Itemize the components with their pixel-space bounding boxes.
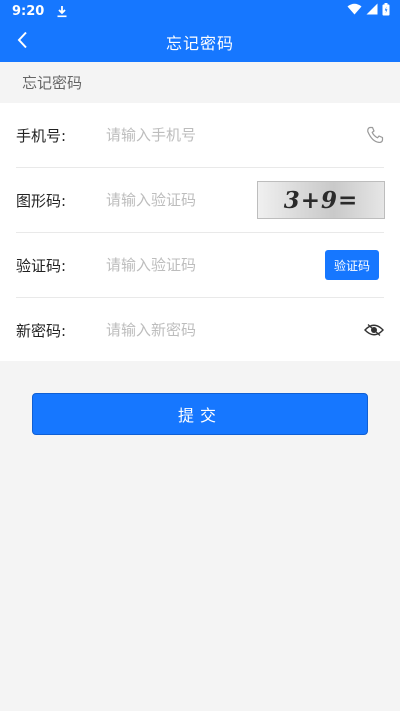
new-password-row: 新密码: xyxy=(16,298,384,362)
signal-icon xyxy=(366,3,378,19)
app-bar: 忘记密码 xyxy=(0,22,400,62)
new-password-label: 新密码: xyxy=(16,321,67,340)
download-icon xyxy=(56,5,68,18)
status-icons xyxy=(347,2,390,20)
sms-code-input[interactable] xyxy=(106,250,306,280)
captcha-label: 图形码: xyxy=(16,191,67,210)
captcha-input[interactable] xyxy=(106,185,256,215)
status-time: 9:20 xyxy=(12,3,45,19)
phone-icon xyxy=(366,126,384,144)
status-bar: 9:20 xyxy=(0,0,400,22)
back-button[interactable] xyxy=(8,28,36,56)
eye-icon[interactable] xyxy=(364,323,384,337)
captcha-row: 图形码: 3+9= xyxy=(16,168,385,232)
phone-input[interactable] xyxy=(106,120,306,150)
phone-row: 手机号: xyxy=(16,103,384,167)
get-sms-code-button[interactable]: 验证码 xyxy=(325,250,379,280)
page-title: 忘记密码 xyxy=(165,34,234,53)
battery-icon xyxy=(382,2,390,20)
sms-code-label: 验证码: xyxy=(16,256,67,275)
section-header: 忘记密码 xyxy=(0,62,400,102)
reset-password-form: 手机号: 图形码: 3+9= 验证码: 验证码 新密码: xyxy=(0,103,400,361)
sms-code-row: 验证码: 验证码 xyxy=(16,233,384,297)
new-password-input[interactable] xyxy=(106,315,306,345)
phone-label: 手机号: xyxy=(16,126,67,145)
chevron-left-icon xyxy=(16,31,28,53)
captcha-image[interactable]: 3+9= xyxy=(257,181,385,219)
submit-button[interactable]: 提交 xyxy=(32,393,368,435)
wifi-icon xyxy=(347,3,362,19)
